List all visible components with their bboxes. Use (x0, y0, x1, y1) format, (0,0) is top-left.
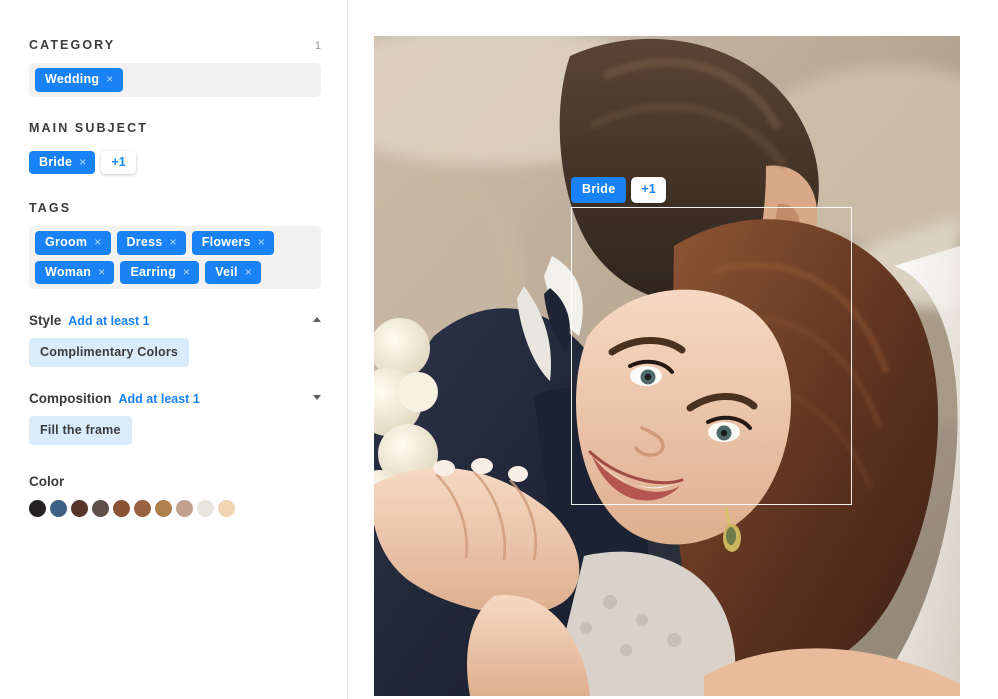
chip-dress[interactable]: Dress × (116, 231, 186, 255)
color-swatch[interactable] (113, 500, 130, 517)
close-icon[interactable]: × (79, 156, 86, 168)
color-swatch-list (29, 500, 321, 517)
chip-label: Bride (39, 154, 73, 169)
tags-section: TAGS Groom × Dress × Flowers × Woman × E… (29, 201, 321, 289)
photo-overlay-chips: Bride +1 (571, 177, 666, 203)
chip-flowers[interactable]: Flowers × (191, 231, 275, 255)
color-swatch[interactable] (71, 500, 88, 517)
close-icon[interactable]: × (98, 266, 105, 278)
color-title: Color (29, 474, 65, 489)
composition-header: Composition Add at least 1 (29, 391, 321, 406)
chip-groom[interactable]: Groom × (35, 231, 111, 255)
composition-title: Composition (29, 391, 112, 406)
chevron-down-icon[interactable] (313, 395, 321, 400)
tags-chip-field[interactable]: Groom × Dress × Flowers × Woman × Earrin… (29, 226, 321, 289)
composition-value-pill[interactable]: Fill the frame (29, 416, 132, 445)
style-section: Style Add at least 1 Complimentary Color… (29, 313, 321, 367)
wedding-photo (374, 36, 960, 696)
color-swatch[interactable] (197, 500, 214, 517)
color-swatch[interactable] (176, 500, 193, 517)
overlay-chip-bride[interactable]: Bride (571, 177, 627, 203)
style-header: Style Add at least 1 (29, 313, 321, 328)
chip-label: Groom (45, 235, 88, 249)
color-swatch[interactable] (134, 500, 151, 517)
category-count: 1 (314, 40, 321, 52)
category-title: CATEGORY (29, 38, 116, 52)
chip-bride[interactable]: Bride × (29, 150, 96, 174)
color-section: Color (29, 474, 321, 517)
annotation-workspace: CATEGORY 1 Wedding × MAIN SUBJECT Bride … (0, 0, 998, 699)
photo-stage: Bride +1 (348, 0, 998, 699)
main-subject-header: MAIN SUBJECT (29, 121, 321, 135)
chip-wedding[interactable]: Wedding × (35, 68, 123, 92)
chip-earring[interactable]: Earring × (120, 260, 200, 284)
style-value-pill[interactable]: Complimentary Colors (29, 338, 190, 367)
close-icon[interactable]: × (106, 73, 113, 85)
composition-add-hint[interactable]: Add at least 1 (119, 392, 200, 406)
style-title: Style (29, 313, 62, 328)
color-swatch[interactable] (50, 500, 67, 517)
chip-label: Flowers (201, 235, 251, 249)
main-subject-section: MAIN SUBJECT Bride × +1 (29, 121, 321, 180)
tags-header: TAGS (29, 201, 321, 215)
main-subject-chip-field[interactable]: Bride × +1 (29, 146, 321, 180)
category-chip-field[interactable]: Wedding × (29, 63, 321, 97)
category-section: CATEGORY 1 Wedding × (29, 38, 321, 97)
main-subject-more-button[interactable]: +1 (101, 150, 136, 174)
color-swatch[interactable] (155, 500, 172, 517)
chevron-up-icon[interactable] (313, 317, 321, 322)
chip-label: Woman (45, 264, 92, 279)
attributes-sidebar: CATEGORY 1 Wedding × MAIN SUBJECT Bride … (0, 0, 348, 699)
tags-title: TAGS (29, 201, 72, 215)
close-icon[interactable]: × (170, 236, 177, 248)
style-add-hint[interactable]: Add at least 1 (68, 314, 149, 328)
chip-label: Wedding (45, 72, 100, 86)
category-header: CATEGORY 1 (29, 38, 321, 52)
composition-section: Composition Add at least 1 Fill the fram… (29, 391, 321, 445)
chip-label: Veil (215, 264, 238, 279)
color-swatch[interactable] (218, 500, 235, 517)
chip-woman[interactable]: Woman × (35, 260, 115, 284)
chip-veil[interactable]: Veil × (205, 260, 262, 284)
close-icon[interactable]: × (183, 266, 190, 278)
photo-viewer[interactable] (374, 36, 960, 696)
chip-label: Dress (126, 235, 163, 249)
close-icon[interactable]: × (94, 236, 101, 248)
overlay-more-button[interactable]: +1 (631, 177, 666, 203)
main-subject-title: MAIN SUBJECT (29, 120, 148, 135)
color-swatch[interactable] (92, 500, 109, 517)
color-swatch[interactable] (29, 500, 46, 517)
chip-label: Earring (130, 264, 176, 279)
close-icon[interactable]: × (245, 266, 252, 278)
close-icon[interactable]: × (258, 236, 265, 248)
